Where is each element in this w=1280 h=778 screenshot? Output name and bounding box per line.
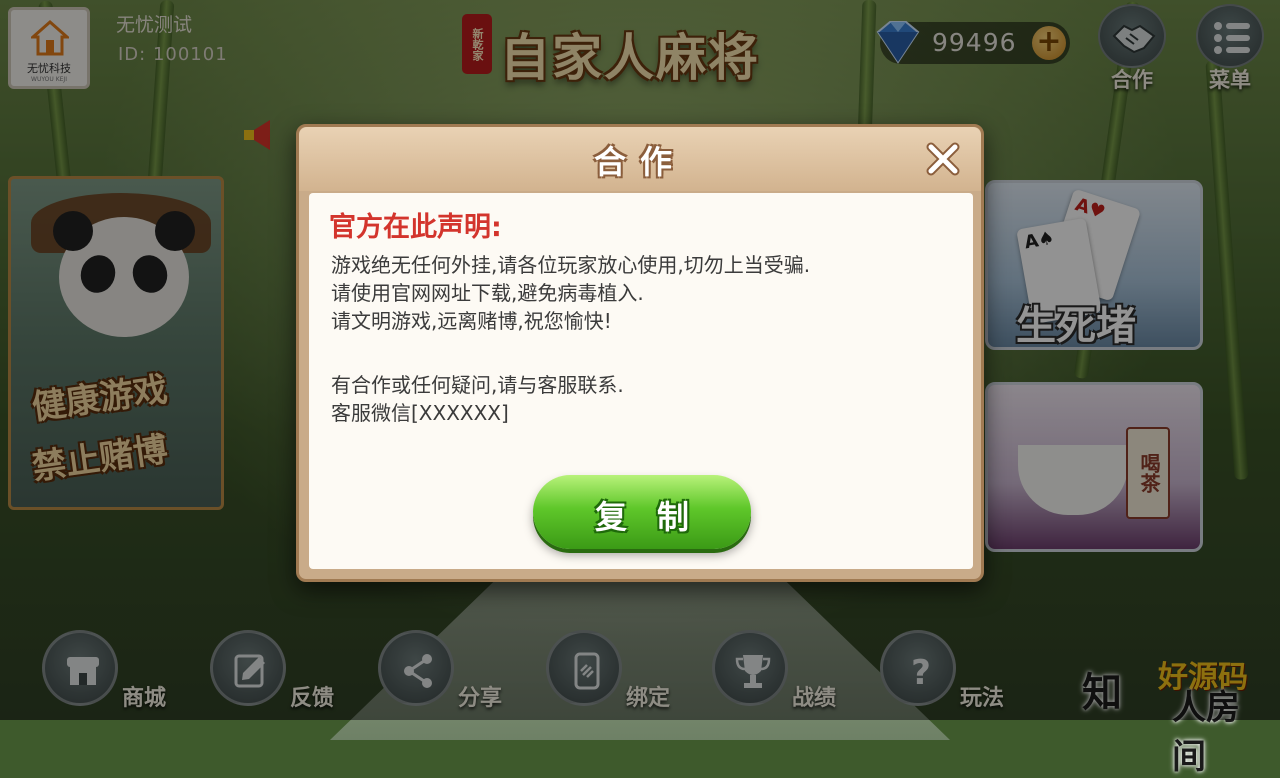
notice-line: 请使用官网网址下载,避免病毒植入. (331, 281, 644, 305)
notice-line: 有合作或任何疑问,请与客服联系. (331, 373, 624, 397)
customer-service-wechat: 客服微信[XXXXXX] (331, 401, 509, 425)
close-icon (926, 142, 960, 176)
notice-heading: 官方在此声明: (329, 212, 502, 243)
copy-button[interactable]: 复制 (533, 475, 751, 549)
dialog-header: 合作 (299, 127, 981, 191)
notice-line: 游戏绝无任何外挂,请各位玩家放心使用,切勿上当受骗. (331, 253, 811, 277)
notice-line: 请文明游戏,远离赌博,祝您愉快! (331, 309, 612, 333)
copy-button-label: 复制 (594, 498, 719, 536)
close-button[interactable] (923, 139, 963, 179)
dialog-title: 合作 (593, 143, 686, 181)
cooperation-dialog: 合作 官方在此声明: 游戏绝无任何外挂,请各位玩家放心使用,切勿上当受骗. 请使… (296, 124, 984, 582)
dialog-body: 官方在此声明: 游戏绝无任何外挂,请各位玩家放心使用,切勿上当受骗. 请使用官网… (309, 193, 973, 569)
